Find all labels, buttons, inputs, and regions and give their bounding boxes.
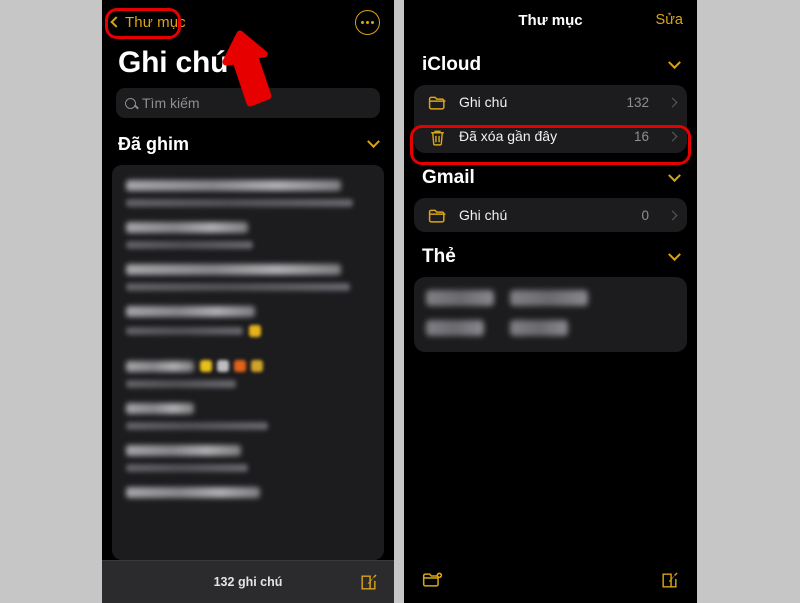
back-button-label: Thư mục bbox=[125, 13, 186, 31]
list-item[interactable] bbox=[112, 480, 384, 514]
pinned-section-header[interactable]: Đã ghim bbox=[102, 130, 394, 165]
note-title-redacted bbox=[126, 306, 256, 317]
chevron-down-icon[interactable] bbox=[367, 135, 380, 149]
note-subtitle-redacted bbox=[126, 380, 236, 388]
folder-row-recently-deleted[interactable]: Đã xóa gần đây 16 bbox=[414, 119, 687, 153]
chevron-right-icon bbox=[667, 97, 678, 107]
back-button[interactable]: Thư mục bbox=[110, 13, 186, 31]
note-title-redacted bbox=[126, 445, 241, 456]
chevron-left-icon bbox=[110, 16, 122, 28]
right-phone-panel: Thư mục Sửa iCloud Ghi chú 132 Đã xóa gầ… bbox=[404, 0, 697, 603]
tags-list bbox=[414, 277, 687, 352]
note-subtitle-redacted bbox=[126, 283, 351, 291]
compose-icon[interactable] bbox=[359, 573, 378, 592]
note-title-redacted bbox=[126, 222, 248, 233]
section-header-icloud[interactable]: iCloud bbox=[404, 40, 697, 85]
list-item[interactable] bbox=[112, 438, 384, 480]
gmail-folder-list: Ghi chú 0 bbox=[414, 198, 687, 232]
folder-count: 0 bbox=[641, 207, 649, 223]
folder-icon bbox=[428, 207, 447, 224]
folder-label: Ghi chú bbox=[459, 207, 508, 223]
search-input[interactable]: Tìm kiếm bbox=[116, 88, 380, 118]
folder-row-notes[interactable]: Ghi chú 132 bbox=[414, 85, 687, 119]
new-folder-icon[interactable] bbox=[422, 570, 444, 590]
list-item[interactable] bbox=[112, 396, 384, 438]
dot bbox=[361, 20, 364, 24]
ellipsis-circle-icon[interactable] bbox=[355, 9, 380, 35]
dot bbox=[371, 20, 374, 24]
screenshot-stage: Thư mục Ghi chú Tìm kiếm Đã ghim 132 ghi… bbox=[0, 0, 800, 603]
compose-icon[interactable] bbox=[660, 571, 679, 590]
page-title: Ghi chú bbox=[118, 46, 229, 79]
chevron-down-icon[interactable] bbox=[668, 247, 681, 261]
chevron-right-icon bbox=[667, 131, 678, 141]
note-subtitle-redacted bbox=[126, 422, 268, 430]
notes-count-label: 132 ghi chú bbox=[213, 575, 283, 589]
note-title-redacted bbox=[126, 403, 195, 414]
list-item[interactable] bbox=[112, 215, 384, 257]
right-bottom-toolbar bbox=[404, 557, 697, 603]
section-label: iCloud bbox=[422, 54, 482, 75]
list-item[interactable] bbox=[112, 299, 384, 353]
trash-icon bbox=[428, 128, 447, 146]
edit-button[interactable]: Sửa bbox=[656, 12, 683, 28]
note-title-redacted bbox=[126, 487, 261, 498]
right-navbar: Thư mục Sửa bbox=[404, 0, 697, 40]
dot bbox=[366, 20, 369, 24]
notes-list[interactable] bbox=[112, 165, 384, 560]
tag-chip-redacted[interactable] bbox=[510, 290, 588, 306]
search-icon bbox=[125, 97, 136, 109]
pinned-section-label: Đã ghim bbox=[118, 134, 190, 154]
chevron-down-icon[interactable] bbox=[668, 55, 681, 69]
tag-chip-redacted[interactable] bbox=[426, 290, 494, 306]
emoji-icon bbox=[200, 360, 264, 372]
section-label: Thẻ bbox=[422, 246, 456, 267]
folder-label: Ghi chú bbox=[459, 94, 508, 110]
left-navbar: Thư mục bbox=[102, 0, 394, 44]
tag-chip-redacted[interactable] bbox=[426, 320, 484, 336]
note-subtitle-redacted bbox=[126, 241, 253, 249]
section-header-tags[interactable]: Thẻ bbox=[404, 232, 697, 277]
folder-label: Đã xóa gần đây bbox=[459, 128, 558, 144]
emoji-icon bbox=[249, 325, 262, 337]
chevron-right-icon bbox=[667, 210, 678, 220]
tag-chip-redacted[interactable] bbox=[510, 320, 568, 336]
note-subtitle-redacted bbox=[126, 199, 353, 207]
folder-row-gmail-notes[interactable]: Ghi chú 0 bbox=[414, 198, 687, 232]
chevron-down-icon[interactable] bbox=[668, 168, 681, 182]
folders-title: Thư mục bbox=[518, 11, 583, 29]
note-title-redacted bbox=[126, 180, 341, 191]
note-subtitle-redacted bbox=[126, 464, 248, 472]
left-bottom-toolbar: 132 ghi chú bbox=[102, 560, 394, 603]
list-item[interactable] bbox=[112, 173, 384, 215]
note-title-redacted bbox=[126, 360, 195, 372]
list-item[interactable] bbox=[112, 257, 384, 299]
note-title-redacted bbox=[126, 264, 341, 275]
icloud-folder-list: Ghi chú 132 Đã xóa gần đây 16 bbox=[414, 85, 687, 153]
folder-count: 16 bbox=[633, 128, 649, 144]
section-label: Gmail bbox=[422, 167, 475, 188]
note-subtitle-redacted bbox=[126, 327, 244, 335]
folder-count: 132 bbox=[626, 94, 649, 110]
section-header-gmail[interactable]: Gmail bbox=[404, 153, 697, 198]
left-phone-panel: Thư mục Ghi chú Tìm kiếm Đã ghim 132 ghi… bbox=[102, 0, 394, 603]
list-item[interactable] bbox=[112, 353, 384, 396]
folder-icon bbox=[428, 94, 447, 111]
search-placeholder: Tìm kiếm bbox=[142, 95, 200, 111]
